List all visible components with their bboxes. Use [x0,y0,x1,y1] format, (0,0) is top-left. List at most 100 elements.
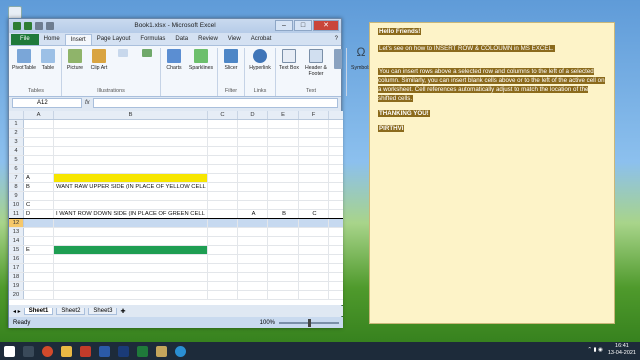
cell-c[interactable] [208,165,238,173]
cell-f[interactable] [299,246,329,254]
cell-f[interactable] [299,129,329,137]
row-header[interactable]: 17 [9,264,24,272]
tab-page-layout[interactable]: Page Layout [92,34,136,45]
slicer-button[interactable]: Slicer [220,48,242,88]
more-text-button[interactable] [332,48,344,88]
cell-f[interactable] [299,282,329,290]
tray-icons[interactable]: ⌃ ▮ ◉ [587,347,603,353]
row-header[interactable]: 6 [9,165,24,173]
row-header[interactable]: 14 [9,237,24,245]
cell-a[interactable] [24,273,54,281]
cell-e[interactable] [268,246,299,254]
cell-b[interactable] [54,264,208,272]
row-header[interactable]: 13 [9,228,24,236]
zoom-slider-thumb[interactable] [308,318,311,327]
table-row[interactable]: 15 E [9,246,343,255]
cell-e[interactable] [268,291,299,299]
cell-a[interactable] [24,147,54,155]
edge-icon[interactable] [175,345,186,357]
cell-d[interactable] [238,174,268,182]
cell-c[interactable] [208,120,238,128]
cell-b[interactable] [54,201,208,209]
insert-sheet-icon[interactable]: ✚ [120,308,125,315]
cell-d[interactable] [238,282,268,290]
cell-c[interactable] [208,273,238,281]
row-header[interactable]: 20 [9,291,24,299]
hyperlink-button[interactable]: Hyperlink [247,48,273,88]
cell-b[interactable] [54,138,208,146]
cell-f[interactable] [299,120,329,128]
cell-f[interactable] [299,264,329,272]
row-header[interactable]: 11 [9,210,24,218]
cell-c[interactable] [208,291,238,299]
cell-b[interactable] [54,255,208,263]
cell-a[interactable]: A [24,174,54,182]
cell-b[interactable] [54,120,208,128]
cell-e[interactable] [268,255,299,263]
cell-a[interactable]: E [24,246,54,254]
cell-d[interactable] [238,201,268,209]
cell-d[interactable] [238,156,268,164]
cell-f[interactable] [299,138,329,146]
row-header[interactable]: 10 [9,201,24,209]
search-icon[interactable] [23,345,34,357]
column-header-c[interactable]: C [208,111,238,119]
cell-e[interactable] [268,183,299,191]
cell-e[interactable] [268,264,299,272]
row-header[interactable]: 12 [9,219,24,227]
excel-icon[interactable] [137,345,148,357]
shapes-button[interactable] [112,48,134,88]
close-button[interactable]: ✕ [313,20,339,31]
photoshop-icon[interactable] [118,345,129,357]
cell-f[interactable] [299,291,329,299]
cell-d[interactable] [238,255,268,263]
table-row[interactable]: 9 [9,192,343,201]
row-header[interactable]: 2 [9,129,24,137]
table-row[interactable]: 16 [9,255,343,264]
cell-e[interactable] [268,156,299,164]
fx-icon[interactable]: fx [85,100,90,106]
cell-e[interactable] [268,120,299,128]
text-box-button[interactable]: Text Box [278,48,300,88]
cell-d[interactable] [238,165,268,173]
cell-c[interactable] [208,183,238,191]
cell-d[interactable] [238,120,268,128]
cell-b[interactable] [54,129,208,137]
tab-formulas[interactable]: Formulas [135,34,170,45]
tab-insert[interactable]: Insert [64,34,92,45]
tab-home[interactable]: Home [39,34,65,45]
cell-b[interactable] [54,228,208,236]
cell-b[interactable] [54,219,208,227]
table-row[interactable]: 4 [9,147,343,156]
cell-f[interactable] [299,174,329,182]
cell-d[interactable] [238,228,268,236]
row-header[interactable]: 18 [9,273,24,281]
cell-b[interactable] [54,165,208,173]
maximize-button[interactable]: □ [294,20,312,31]
table-row[interactable]: 20 [9,291,343,300]
clip-art-button[interactable]: Clip Art [88,48,110,88]
cell-a[interactable] [24,237,54,245]
table-row[interactable]: 11 D I WANT ROW DOWN SIDE (IN PLACE OF GRE… [9,210,343,219]
row-header[interactable]: 3 [9,138,24,146]
word-icon[interactable] [99,345,110,357]
cell-d[interactable] [238,264,268,272]
column-header-e[interactable]: E [268,111,299,119]
table-row[interactable]: 5 [9,156,343,165]
row-header[interactable]: 4 [9,147,24,155]
cell-e[interactable] [268,192,299,200]
cell-c[interactable] [208,129,238,137]
cell-e[interactable] [268,228,299,236]
table-row[interactable]: 12 [9,219,343,228]
cell-c[interactable] [208,255,238,263]
row-header[interactable]: 15 [9,246,24,254]
cell-c[interactable] [208,264,238,272]
tab-file[interactable]: File [11,34,39,45]
charts-button[interactable]: Charts [163,48,185,88]
pivottable-button[interactable]: PivotTable [12,48,36,88]
cell-c[interactable] [208,219,238,227]
cell-a[interactable] [24,264,54,272]
cell-e[interactable] [268,219,299,227]
cell-f[interactable] [299,228,329,236]
cell-d[interactable] [238,237,268,245]
